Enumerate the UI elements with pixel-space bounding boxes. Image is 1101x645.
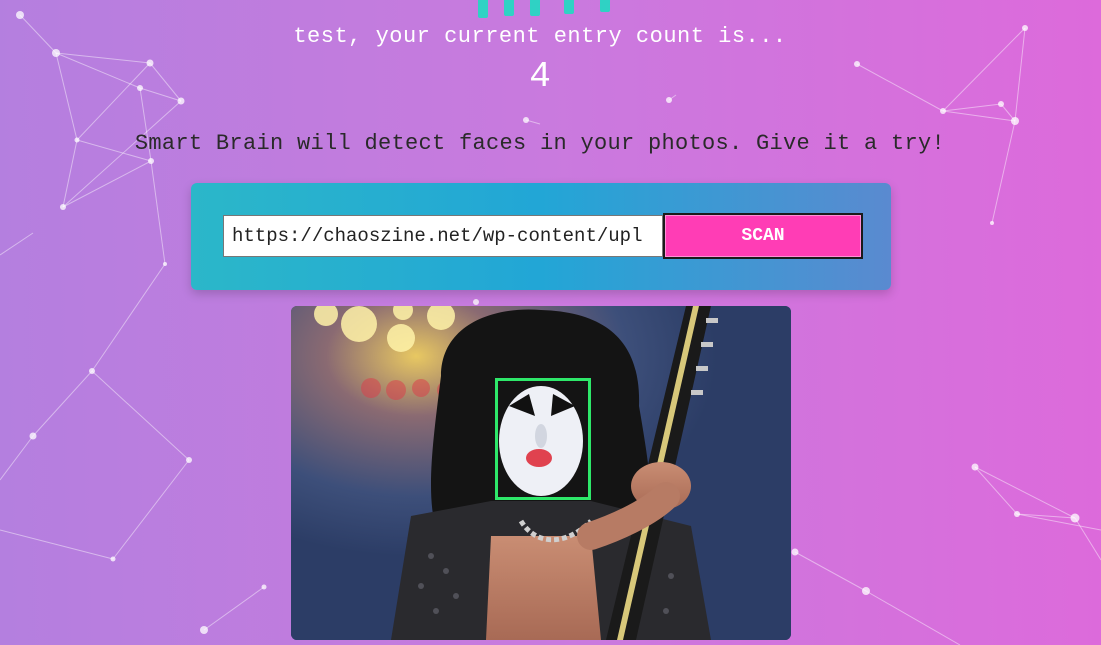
image-link-form: SCAN xyxy=(191,183,891,290)
scan-button[interactable]: SCAN xyxy=(663,213,863,259)
brain-logo-icon[interactable] xyxy=(474,0,614,20)
entry-count-value: 4 xyxy=(529,56,551,97)
face-bounding-box xyxy=(495,378,591,500)
entry-count-message: test, your current entry count is... xyxy=(293,24,787,49)
image-url-input[interactable] xyxy=(223,215,663,257)
page-tagline: Smart Brain will detect faces in your ph… xyxy=(134,131,946,156)
face-recognition-image xyxy=(291,306,791,640)
